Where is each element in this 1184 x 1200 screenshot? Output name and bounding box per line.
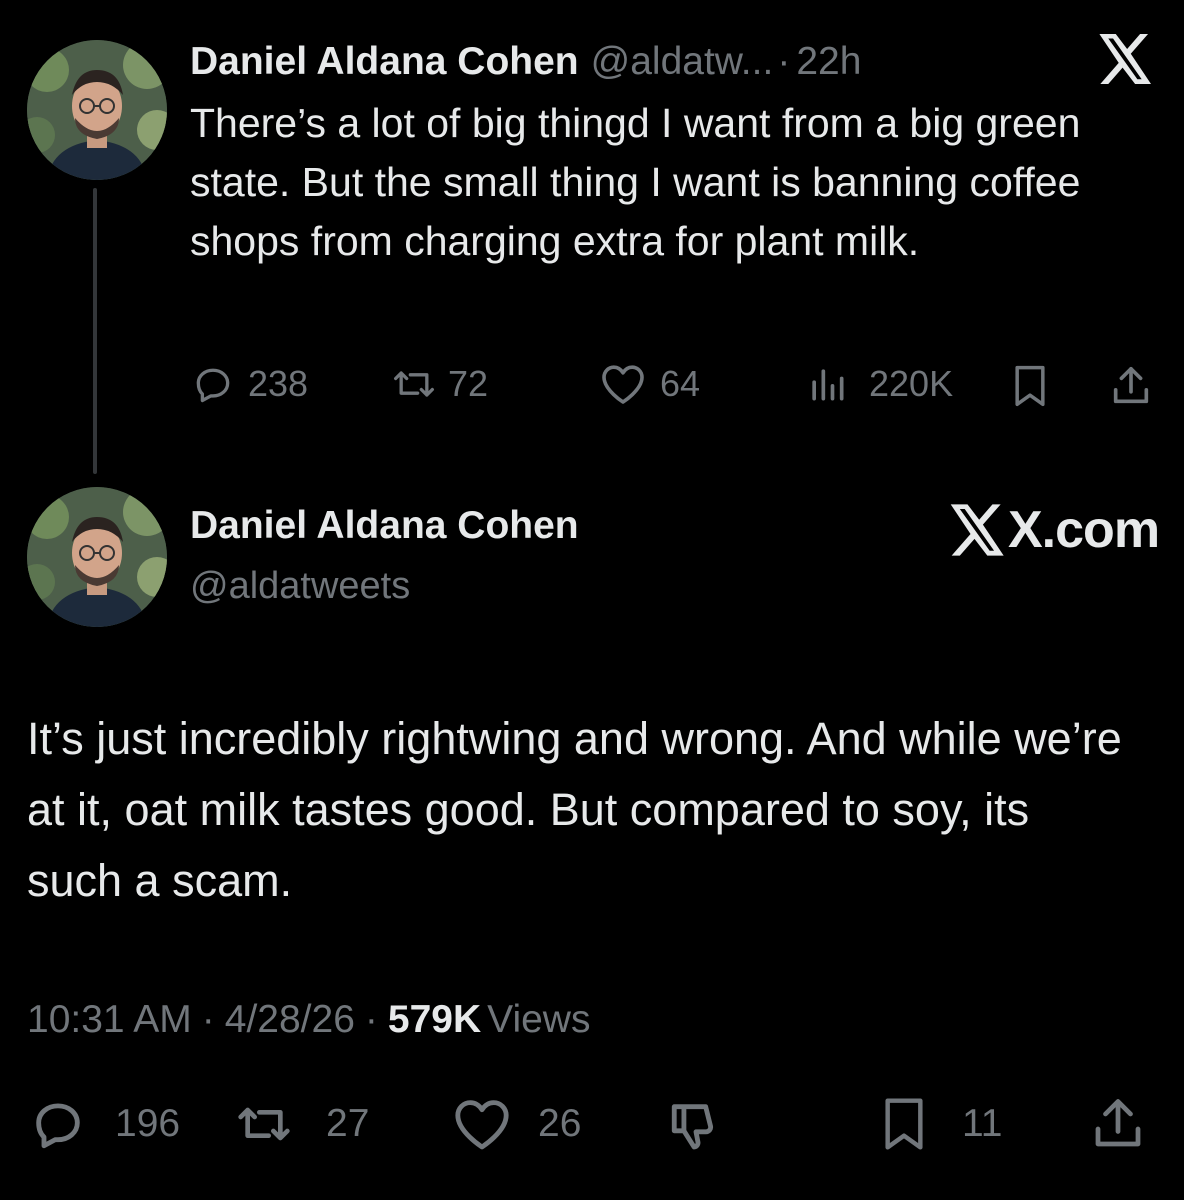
like-button[interactable]: 64: [598, 360, 700, 408]
views-label: Views: [487, 998, 591, 1041]
avatar-photo: [27, 487, 167, 627]
tweet-time[interactable]: 10:31 AM: [27, 998, 192, 1042]
like-button[interactable]: 26: [450, 1098, 581, 1150]
bookmark-button[interactable]: [1010, 362, 1050, 410]
reply-icon: [190, 362, 236, 406]
tweet-date[interactable]: 4/28/26: [225, 998, 355, 1042]
reply-count: 196: [115, 1102, 181, 1145]
separator-dot: ·: [364, 998, 378, 1041]
reply-button[interactable]: 238: [190, 360, 308, 408]
dislike-button[interactable]: [665, 1098, 727, 1154]
x-logo-glyph: [1099, 34, 1151, 84]
timestamp[interactable]: 22h: [796, 40, 861, 84]
x-logo-icon: [950, 504, 1004, 556]
separator-dot: ·: [201, 998, 215, 1041]
repost-icon: [390, 362, 438, 406]
like-count: 26: [538, 1102, 582, 1145]
tweet-text: There’s a lot of big thingd I want from …: [190, 100, 1081, 264]
share-button[interactable]: [1088, 1096, 1148, 1152]
repost-count: 72: [448, 363, 489, 404]
reply-count: 238: [248, 363, 309, 404]
thread-connector-line: [93, 188, 97, 474]
heart-icon: [598, 362, 648, 406]
avatar[interactable]: [27, 40, 167, 180]
views-count[interactable]: 579K: [388, 998, 481, 1042]
author-name[interactable]: Daniel Aldana Cohen: [190, 40, 579, 84]
author-handle[interactable]: @aldatw...: [591, 40, 774, 84]
repost-count: 27: [326, 1102, 370, 1145]
bookmark-button[interactable]: 11: [876, 1098, 1003, 1150]
bookmark-count: 11: [962, 1102, 1003, 1145]
dislike-icon: [665, 1097, 727, 1155]
avatar[interactable]: [27, 487, 167, 627]
like-count: 64: [660, 363, 701, 404]
share-icon: [1108, 363, 1154, 409]
share-button[interactable]: [1108, 362, 1154, 410]
views-button[interactable]: 220K: [805, 360, 953, 408]
views-count: 220K: [869, 363, 954, 404]
watermark-label: X.com: [1008, 501, 1160, 559]
repost-button[interactable]: 27: [232, 1098, 369, 1150]
repost-button[interactable]: 72: [390, 360, 488, 408]
x-com-watermark: X.com: [950, 500, 1160, 560]
bookmark-icon: [1010, 364, 1050, 408]
tweet-text: It’s just incredibly rightwing and wrong…: [27, 713, 1122, 906]
separator-dot: ·: [777, 40, 791, 83]
tweet-metadata: 10:31 AM · 4/28/26 · 579K Views: [27, 998, 590, 1042]
avatar-photo: [27, 40, 167, 180]
author-name[interactable]: Daniel Aldana Cohen: [190, 504, 579, 548]
author-handle[interactable]: @aldatweets: [190, 565, 410, 608]
heart-icon: [450, 1096, 514, 1152]
share-icon: [1088, 1094, 1148, 1154]
repost-icon: [232, 1096, 296, 1152]
parent-tweet-header: Daniel Aldana Cohen @aldatw... · 22h: [190, 36, 1010, 88]
reply-icon: [27, 1095, 89, 1153]
bookmark-icon: [876, 1096, 932, 1152]
views-icon: [805, 362, 849, 406]
x-logo-icon[interactable]: [1098, 34, 1156, 86]
reply-button[interactable]: 196: [27, 1098, 180, 1150]
